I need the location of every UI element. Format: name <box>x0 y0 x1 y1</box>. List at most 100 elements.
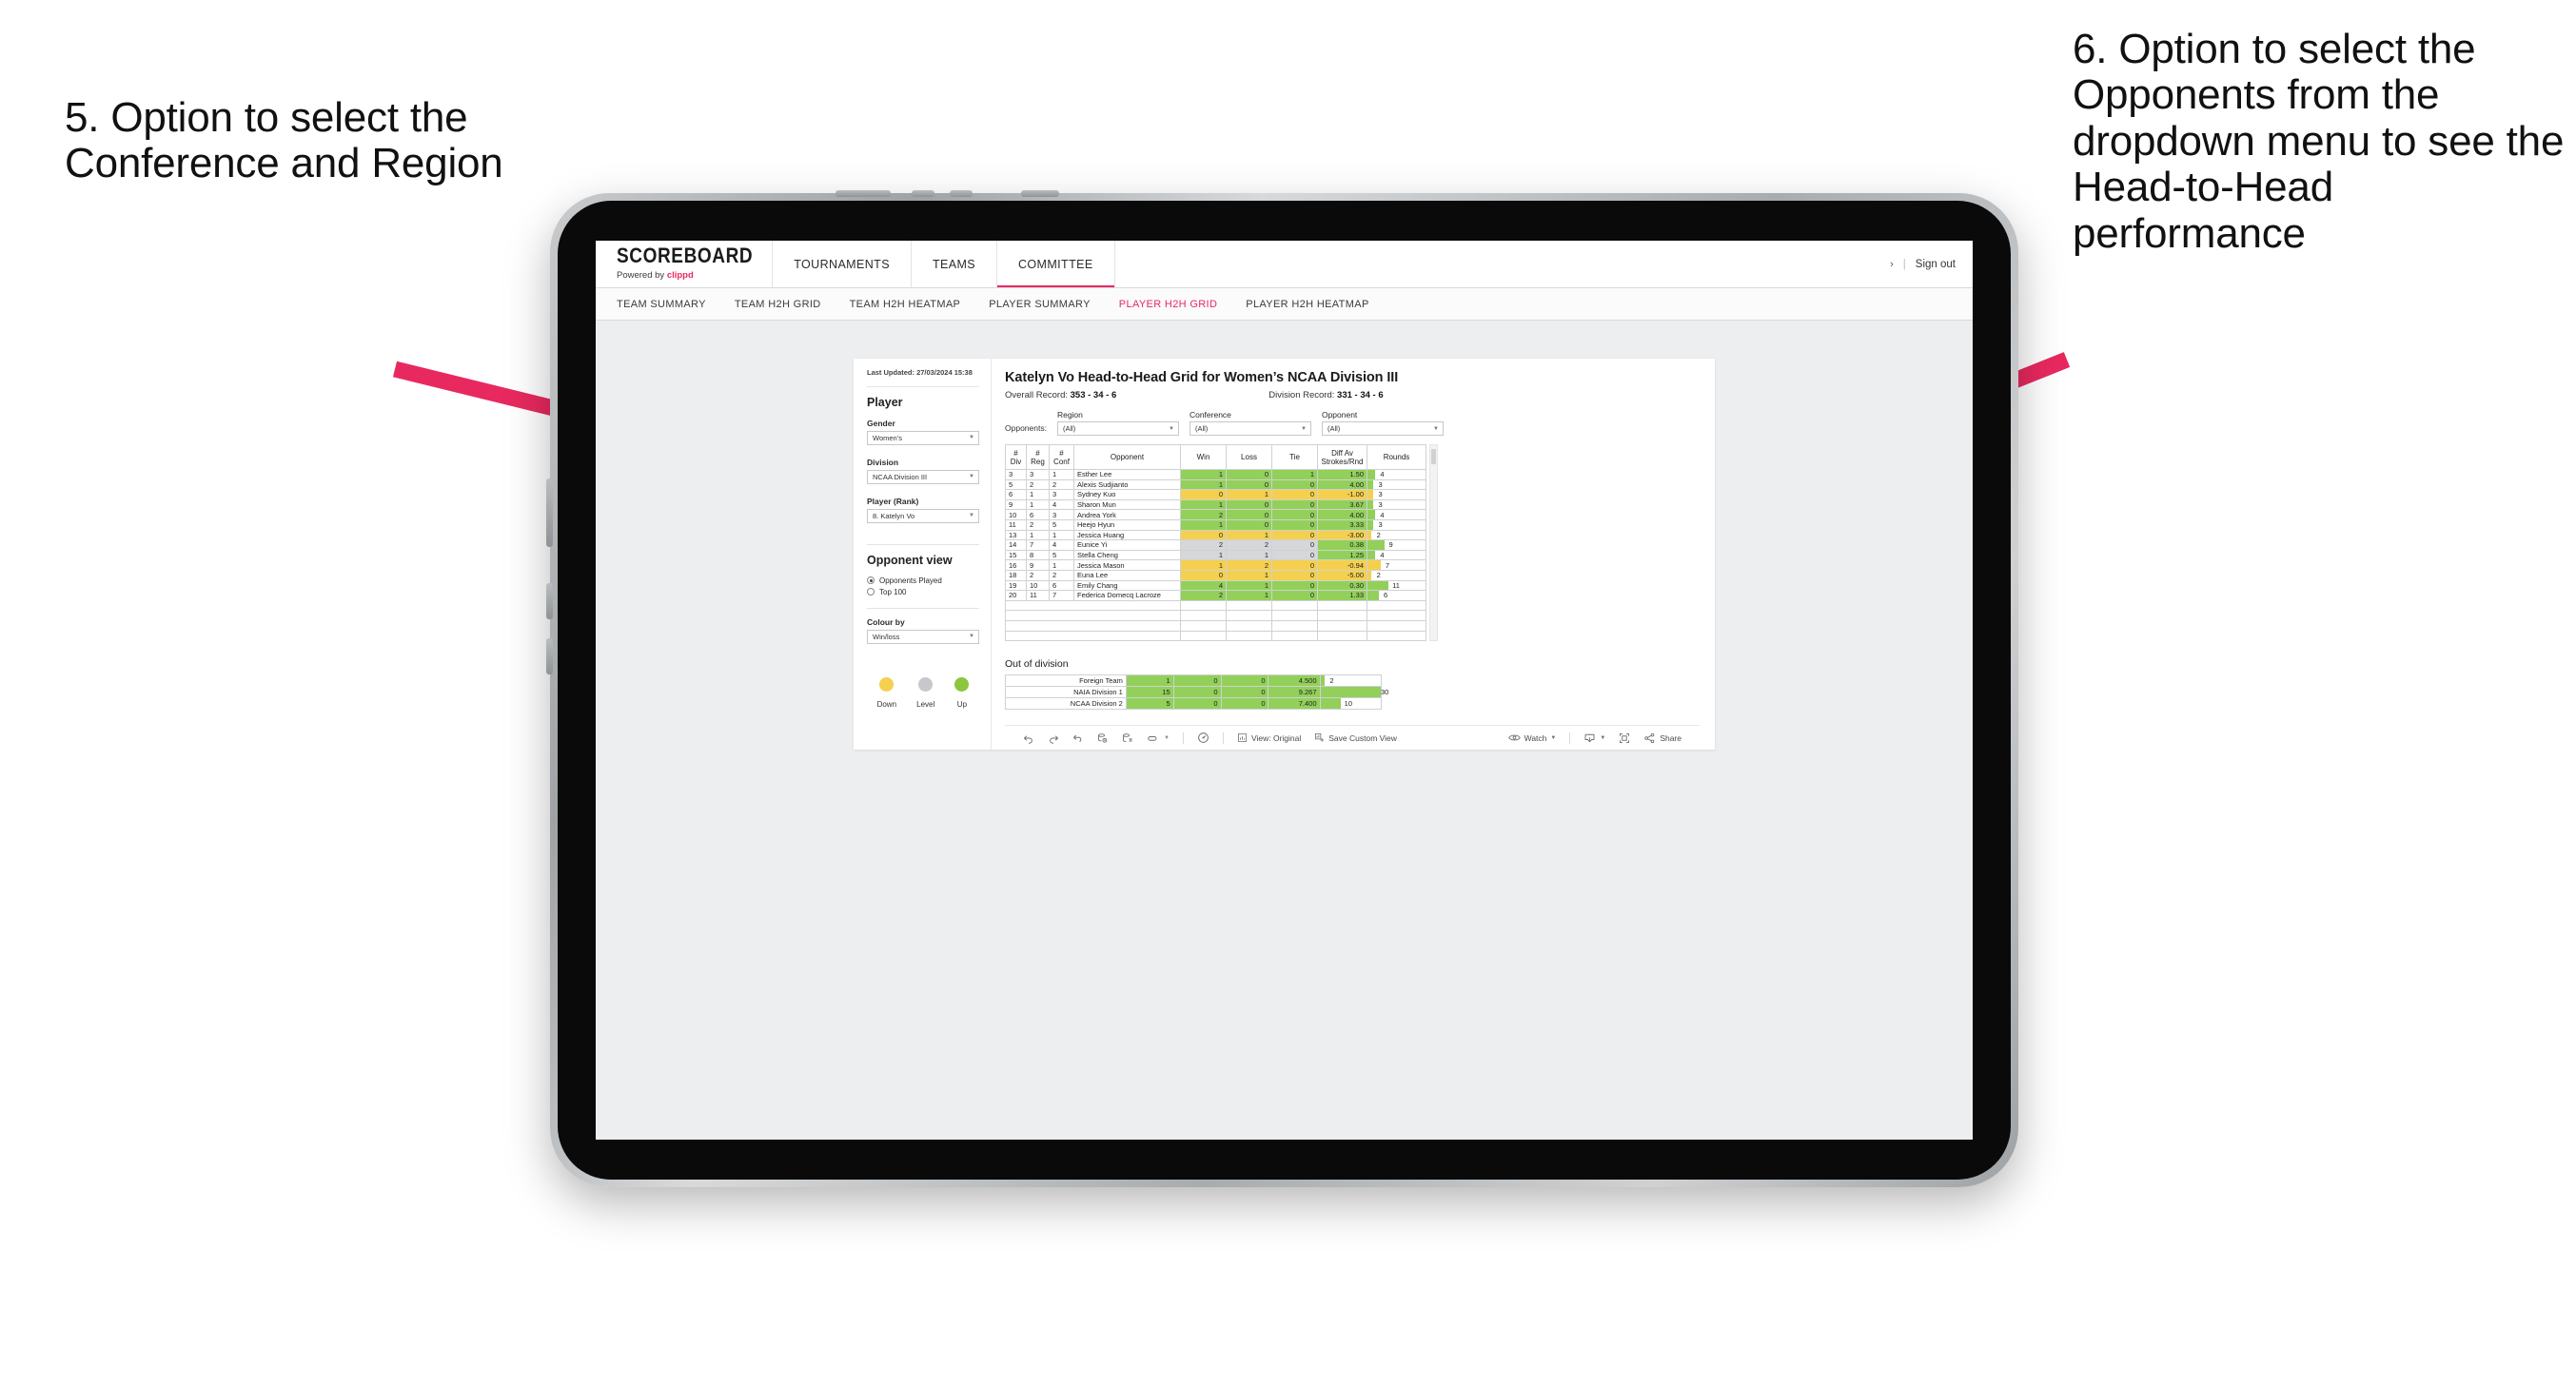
table-row[interactable]: 11 2 5 Heejo Hyun 1 0 0 3.33 3 <box>1005 518 1426 531</box>
sidebar-divider-3 <box>867 607 979 609</box>
subnav-team-summary[interactable]: TEAM SUMMARY <box>617 299 706 310</box>
cell-group-name: NAIA Division 1 <box>1005 686 1127 699</box>
tablet-device-frame: SCOREBOARD Powered by clippd TOURNAMENTS… <box>546 190 2018 1187</box>
table-row[interactable]: 5 2 2 Alexis Sudjianto 1 0 0 4.00 3 <box>1005 478 1426 491</box>
subnav-player-h2h-heatmap[interactable]: PLAYER H2H HEATMAP <box>1246 299 1368 310</box>
table-row[interactable]: NCAA Division 2 5 0 0 7.400 10 <box>1005 697 1383 711</box>
device-button-volume-up <box>546 583 553 619</box>
subnav-team-h2h-grid[interactable]: TEAM H2H GRID <box>735 299 821 310</box>
table-row[interactable]: NAIA Division 1 15 0 0 9.267 30 <box>1005 686 1388 699</box>
download-button[interactable]: ▼ <box>1577 732 1612 744</box>
subnav-player-h2h-grid[interactable]: PLAYER H2H GRID <box>1119 299 1217 310</box>
nav-tournaments[interactable]: TOURNAMENTS <box>773 241 912 287</box>
cell-tie: 0 <box>1271 498 1318 511</box>
table-row[interactable]: Foreign Team 1 0 0 4.500 2 <box>1005 674 1383 688</box>
player-rank-select[interactable]: 8. Katelyn Vo ▼ <box>867 508 979 523</box>
chevron-down-icon: ▼ <box>1550 734 1557 741</box>
cell-win: 1 <box>1180 559 1227 571</box>
save-custom-view-button[interactable]: Save Custom View <box>1308 732 1404 743</box>
page-root: 5. Option to select the Conference and R… <box>0 0 2576 1386</box>
pause-refresh-button[interactable] <box>1115 732 1140 744</box>
cell-rounds: 6 <box>1367 590 1426 601</box>
table-row[interactable]: 13 1 1 Jessica Huang 0 1 0 -3.00 2 <box>1005 529 1426 541</box>
cell-reg: 1 <box>1026 498 1050 511</box>
h2h-grid-wrapper: #Div #Reg #Conf Opponent Win Loss Tie <box>1005 444 1700 642</box>
legend-label-level: Level <box>916 699 935 709</box>
table-row[interactable]: 14 7 4 Eunice Yi 2 2 0 0.38 9 <box>1005 539 1426 551</box>
field-gender: Gender Women’s ▼ <box>867 419 979 445</box>
grid-scrollbar-thumb[interactable] <box>1431 449 1436 464</box>
cell-loss: 1 <box>1226 569 1272 581</box>
nav-committee[interactable]: COMMITTEE <box>997 241 1115 287</box>
cell-rounds: 2 <box>1367 529 1426 541</box>
colour-by-select[interactable]: Win/loss ▼ <box>867 629 979 644</box>
cell-tie: 0 <box>1271 518 1318 531</box>
revert-button[interactable] <box>1066 732 1091 744</box>
viz-toolbar: ▼ View: Original Save Custom View Watch … <box>1005 725 1700 751</box>
nav-teams[interactable]: TEAMS <box>912 241 997 287</box>
subnav-team-h2h-heatmap[interactable]: TEAM H2H HEATMAP <box>850 299 961 310</box>
out-of-division-body: Foreign Team 1 0 0 4.500 2 NAIA Division 1 15 0 0… <box>1005 674 1388 711</box>
cell-group-name: Foreign Team <box>1005 674 1127 688</box>
cell-rounds: 3 <box>1367 478 1426 491</box>
redo-button[interactable] <box>1041 732 1066 744</box>
out-of-division-title: Out of division <box>1005 658 1069 671</box>
cell-rounds: 10 <box>1319 697 1383 711</box>
opponent-select[interactable]: (All) ▼ <box>1321 421 1444 436</box>
table-row[interactable]: 6 1 3 Sydney Kuo 0 1 0 -1.00 3 <box>1005 489 1426 500</box>
division-record: Division Record: 331 - 34 - 6 <box>1268 390 1383 400</box>
table-row[interactable]: 9 1 4 Sharon Mun 1 0 0 3.67 3 <box>1005 498 1426 511</box>
col-diff: Diff Av Strokes/Rnd <box>1317 444 1367 470</box>
cell-conf: 2 <box>1049 478 1074 491</box>
chevron-right-icon[interactable]: › <box>1890 259 1894 270</box>
field-player-rank-label: Player (Rank) <box>867 496 919 506</box>
cell-div: 6 <box>1005 489 1027 500</box>
region-select[interactable]: (All) ▼ <box>1056 421 1179 436</box>
radio-selected-icon <box>867 576 875 585</box>
division-select[interactable]: NCAA Division III ▼ <box>867 469 979 484</box>
chevron-down-icon: ▼ <box>1600 734 1606 741</box>
legend-down: Down <box>877 676 896 709</box>
undo-button[interactable] <box>1016 732 1041 744</box>
radio-top-100[interactable]: Top 100 <box>867 588 979 596</box>
table-row[interactable]: 19 10 6 Emily Chang 4 1 0 0.30 11 <box>1005 579 1426 592</box>
cell-conf: 5 <box>1049 549 1074 561</box>
table-row[interactable]: 15 8 5 Stella Cheng 1 1 0 1.25 4 <box>1005 549 1426 561</box>
subnav-player-summary[interactable]: PLAYER SUMMARY <box>989 299 1091 310</box>
cell-div: 18 <box>1005 569 1027 581</box>
fullscreen-button[interactable] <box>1612 732 1637 744</box>
table-row[interactable]: 3 3 1 Esther Lee 1 0 1 1.50 4 <box>1005 469 1426 480</box>
radio-opponents-played[interactable]: Opponents Played <box>867 576 979 585</box>
view-original-button[interactable]: View: Original <box>1230 732 1308 743</box>
h2h-grid-header-row: #Div #Reg #Conf Opponent Win Loss Tie <box>1005 444 1426 470</box>
cell-div: 10 <box>1005 509 1027 520</box>
table-row[interactable]: 16 9 1 Jessica Mason 1 2 0 -0.94 7 <box>1005 559 1426 571</box>
h2h-grid-head: #Div #Reg #Conf Opponent Win Loss Tie <box>1005 444 1426 470</box>
cell-win: 15 <box>1125 686 1174 699</box>
brand-logo[interactable]: SCOREBOARD Powered by clippd <box>596 241 774 287</box>
table-row[interactable]: 18 2 2 Euna Lee 0 1 0 -5.00 2 <box>1005 569 1426 581</box>
conference-select[interactable]: (All) ▼ <box>1189 421 1311 436</box>
filter-region: Region (All) ▼ <box>1056 410 1179 436</box>
gender-select[interactable]: Women’s ▼ <box>867 430 979 445</box>
cell-tie: 0 <box>1220 674 1269 688</box>
grid-scrollbar[interactable] <box>1429 444 1438 642</box>
cell-conf: 7 <box>1049 590 1074 601</box>
header-actions: › | Sign out <box>1890 241 1973 287</box>
cell-conf: 3 <box>1049 489 1074 500</box>
cell-tie: 0 <box>1271 549 1318 561</box>
pause-auto-update-button[interactable]: ▼ <box>1140 732 1176 744</box>
cell-tie: 0 <box>1271 509 1318 520</box>
refresh-button[interactable] <box>1091 732 1115 744</box>
cell-reg: 8 <box>1026 549 1050 561</box>
table-row[interactable]: 20 11 7 Federica Domecq Lacroze 2 1 0 1.33 6 <box>1005 590 1426 601</box>
cell-diff: 7.400 <box>1268 697 1321 711</box>
cell-reg: 7 <box>1026 539 1050 551</box>
filter-opponent-label: Opponent <box>1321 410 1358 420</box>
sign-out-link[interactable]: Sign out <box>1916 259 1956 270</box>
table-row[interactable]: 10 6 3 Andrea York 2 0 0 4.00 4 <box>1005 509 1426 520</box>
cell-conf: 2 <box>1049 569 1074 581</box>
share-button[interactable]: Share <box>1637 732 1688 744</box>
watch-button[interactable]: Watch ▼ <box>1502 732 1563 743</box>
help-button[interactable] <box>1190 732 1216 744</box>
